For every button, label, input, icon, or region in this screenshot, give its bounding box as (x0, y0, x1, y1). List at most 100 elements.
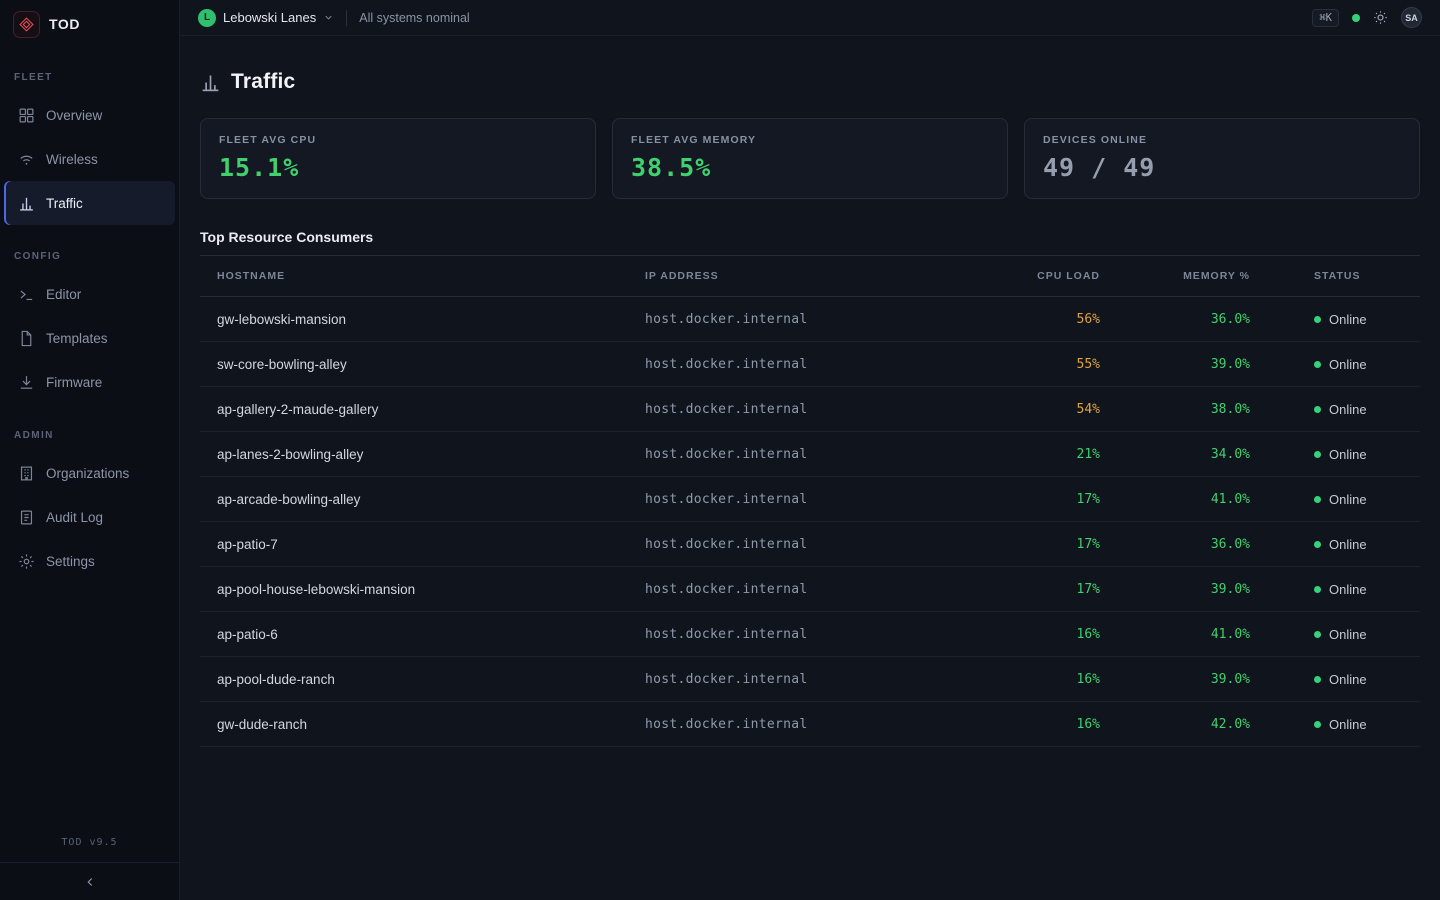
section-label-config: CONFIG (0, 251, 179, 262)
sidebar-item-label: Editor (46, 287, 81, 302)
sidebar-item-editor[interactable]: Editor (4, 272, 175, 316)
table-row[interactable]: ap-arcade-bowling-alleyhost.docker.inter… (200, 477, 1420, 522)
sidebar-item-label: Wireless (46, 152, 98, 167)
sidebar-item-label: Firmware (46, 375, 102, 390)
table-row[interactable]: ap-gallery-2-maude-galleryhost.docker.in… (200, 387, 1420, 432)
wifi-icon (18, 151, 35, 168)
sidebar-item-traffic[interactable]: Traffic (4, 181, 175, 225)
ip-address-cell: host.docker.internal (645, 672, 970, 687)
top-resource-consumers-table: HOSTNAME IP ADDRESS CPU LOAD MEMORY % ST… (200, 255, 1420, 747)
column-header-ip: IP ADDRESS (645, 270, 970, 282)
status-label: Online (1329, 582, 1367, 597)
status-label: Online (1329, 447, 1367, 462)
hostname-cell: ap-pool-house-lebowski-mansion (200, 582, 645, 597)
sidebar-item-label: Templates (46, 331, 108, 346)
table-row[interactable]: gw-dude-ranchhost.docker.internal16%42.0… (200, 702, 1420, 747)
sidebar-item-organizations[interactable]: Organizations (4, 451, 175, 495)
stat-card-devices-online: DEVICES ONLINE 49 / 49 (1024, 118, 1420, 199)
online-status-dot-icon (1314, 676, 1321, 683)
app-version: TOD v9.5 (0, 837, 179, 862)
table-row[interactable]: sw-core-bowling-alleyhost.docker.interna… (200, 342, 1420, 387)
stat-value: 49 / 49 (1043, 153, 1401, 182)
cpu-load-cell: 17% (970, 492, 1100, 507)
memory-cell: 39.0% (1100, 357, 1250, 372)
stat-label: DEVICES ONLINE (1043, 134, 1401, 146)
sidebar-item-audit-log[interactable]: Audit Log (4, 495, 175, 539)
hostname-cell: ap-gallery-2-maude-gallery (200, 402, 645, 417)
page-content: Traffic FLEET AVG CPU 15.1% FLEET AVG ME… (180, 36, 1440, 900)
chevron-left-icon (83, 875, 97, 889)
sidebar-item-label: Settings (46, 554, 95, 569)
table-title: Top Resource Consumers (200, 229, 1420, 245)
sidebar-item-settings[interactable]: Settings (4, 539, 175, 583)
status-cell: Online (1250, 537, 1420, 552)
cpu-load-cell: 54% (970, 402, 1100, 417)
sidebar-item-firmware[interactable]: Firmware (4, 360, 175, 404)
hostname-cell: gw-lebowski-mansion (200, 312, 645, 327)
online-status-dot-icon (1314, 451, 1321, 458)
user-avatar[interactable]: SA (1401, 7, 1422, 28)
status-label: Online (1329, 402, 1367, 417)
page-title: Traffic (231, 70, 295, 94)
status-cell: Online (1250, 357, 1420, 372)
memory-cell: 39.0% (1100, 672, 1250, 687)
cpu-load-cell: 55% (970, 357, 1100, 372)
main-area: L Lebowski Lanes All systems nominal ⌘K (180, 0, 1440, 900)
hostname-cell: gw-dude-ranch (200, 717, 645, 732)
status-label: Online (1329, 537, 1367, 552)
cpu-load-cell: 17% (970, 582, 1100, 597)
sidebar-item-templates[interactable]: Templates (4, 316, 175, 360)
page-title-chart-icon (200, 72, 221, 93)
memory-cell: 39.0% (1100, 582, 1250, 597)
online-status-dot-icon (1314, 586, 1321, 593)
sidebar-item-wireless[interactable]: Wireless (4, 137, 175, 181)
file-icon (18, 330, 35, 347)
online-status-dot-icon (1314, 631, 1321, 638)
stat-card-fleet-avg-memory: FLEET AVG MEMORY 38.5% (612, 118, 1008, 199)
status-cell: Online (1250, 582, 1420, 597)
table-row[interactable]: ap-pool-house-lebowski-mansionhost.docke… (200, 567, 1420, 612)
cpu-load-cell: 16% (970, 672, 1100, 687)
hostname-cell: ap-patio-6 (200, 627, 645, 642)
memory-cell: 41.0% (1100, 492, 1250, 507)
command-palette-shortcut[interactable]: ⌘K (1312, 9, 1339, 27)
health-dot-icon (1352, 14, 1360, 22)
section-label-admin: ADMIN (0, 430, 179, 441)
cpu-load-cell: 16% (970, 627, 1100, 642)
building-icon (18, 465, 35, 482)
sidebar: TOD FLEET Overview Wireless (0, 0, 180, 900)
ip-address-cell: host.docker.internal (645, 402, 970, 417)
status-cell: Online (1250, 627, 1420, 642)
table-row[interactable]: ap-patio-6host.docker.internal16%41.0%On… (200, 612, 1420, 657)
status-label: Online (1329, 492, 1367, 507)
org-switcher[interactable]: L Lebowski Lanes (198, 9, 334, 27)
hostname-cell: ap-pool-dude-ranch (200, 672, 645, 687)
sidebar-item-label: Overview (46, 108, 102, 123)
sidebar-collapse-button[interactable] (0, 862, 179, 900)
table-row[interactable]: ap-lanes-2-bowling-alleyhost.docker.inte… (200, 432, 1420, 477)
grid-icon (18, 107, 35, 124)
ip-address-cell: host.docker.internal (645, 627, 970, 642)
stat-value: 38.5% (631, 153, 989, 182)
cpu-load-cell: 56% (970, 312, 1100, 327)
chevron-down-icon (323, 12, 334, 23)
table-row[interactable]: gw-lebowski-mansionhost.docker.internal5… (200, 297, 1420, 342)
section-label-fleet: FLEET (0, 72, 179, 83)
online-status-dot-icon (1314, 721, 1321, 728)
cpu-load-cell: 17% (970, 537, 1100, 552)
sidebar-item-overview[interactable]: Overview (4, 93, 175, 137)
table-row[interactable]: ap-patio-7host.docker.internal17%36.0%On… (200, 522, 1420, 567)
topbar: L Lebowski Lanes All systems nominal ⌘K (180, 0, 1440, 36)
org-avatar: L (198, 9, 216, 27)
theme-toggle-sun-icon[interactable] (1373, 10, 1388, 25)
cpu-load-cell: 21% (970, 447, 1100, 462)
column-header-hostname: HOSTNAME (200, 270, 645, 282)
terminal-icon (18, 286, 35, 303)
column-header-memory: MEMORY % (1100, 270, 1250, 282)
table-row[interactable]: ap-pool-dude-ranchhost.docker.internal16… (200, 657, 1420, 702)
memory-cell: 38.0% (1100, 402, 1250, 417)
status-label: Online (1329, 717, 1367, 732)
memory-cell: 42.0% (1100, 717, 1250, 732)
memory-cell: 36.0% (1100, 537, 1250, 552)
stat-card-fleet-avg-cpu: FLEET AVG CPU 15.1% (200, 118, 596, 199)
